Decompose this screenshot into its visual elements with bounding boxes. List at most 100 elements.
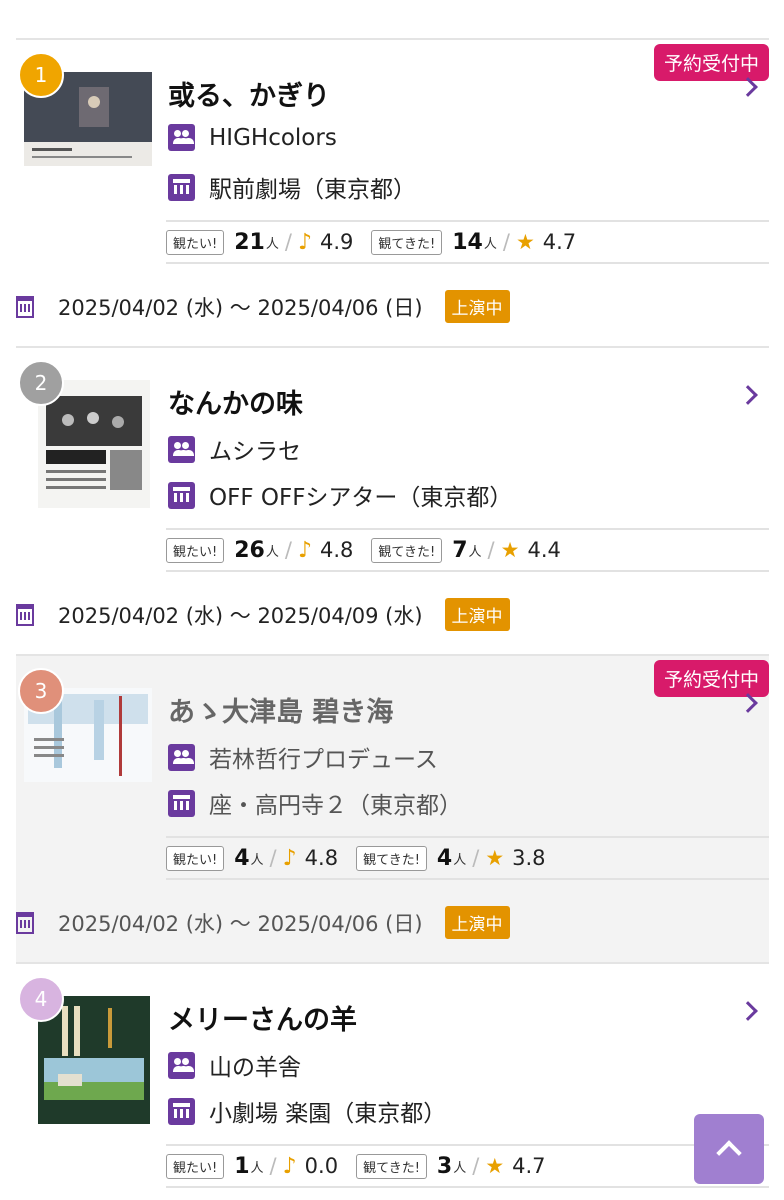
calendar-icon — [16, 295, 34, 318]
seen-label: 観てきた! — [371, 537, 443, 563]
separator: / — [487, 538, 495, 562]
seen-count: 7 — [452, 537, 468, 563]
status-badge: 上演中 — [444, 598, 510, 631]
separator: / — [472, 1154, 480, 1178]
seen-label: 観てきた! — [356, 1153, 427, 1179]
want-score: 4.8 — [319, 538, 354, 562]
status-badge: 上演中 — [444, 290, 510, 323]
rank-badge: 3 — [18, 668, 64, 714]
venue-name[interactable]: 駅前劇場（東京都） — [209, 170, 416, 204]
list-item[interactable]: 1 予約受付中 或る、かぎり HIGHcolors 駅前劇場（東京都） 観たい!… — [16, 38, 769, 346]
star-icon: ★ — [485, 846, 505, 870]
company-row: 若林哲行プロデュース — [168, 740, 438, 774]
date-row: 2025/04/02 (水) 〜 2025/04/06 (日) 上演中 — [16, 906, 510, 939]
want-unit: 人 — [250, 1160, 264, 1176]
want-unit: 人 — [265, 544, 279, 560]
star-icon: ★ — [485, 1154, 505, 1178]
rank-badge: 4 — [18, 976, 64, 1022]
seen-score: 4.7 — [512, 1154, 546, 1178]
venue-name[interactable]: OFF OFFシアター（東京都） — [209, 478, 512, 512]
company-row: ムシラセ — [168, 432, 301, 466]
company-row: HIGHcolors — [168, 124, 337, 151]
play-title[interactable]: あゝ大津島 碧き海 — [168, 690, 393, 729]
separator: / — [472, 846, 480, 870]
back-to-top-button[interactable] — [694, 1114, 764, 1184]
separator: / — [284, 230, 292, 254]
chevron-right-icon[interactable] — [738, 385, 758, 405]
list-item[interactable]: 4 メリーさんの羊 山の羊舎 小劇場 楽園（東京都） 観たい! 1人 / ♪ 0… — [16, 962, 769, 1200]
seen-unit: 人 — [468, 544, 482, 560]
star-icon: ★ — [500, 538, 520, 562]
company-row: 山の羊舎 — [168, 1048, 301, 1082]
venue-row: 座・高円寺２（東京都） — [168, 786, 462, 820]
calendar-icon — [16, 603, 34, 626]
want-label: 観たい! — [166, 537, 225, 563]
seen-label: 観てきた! — [356, 845, 427, 871]
run-dates: 2025/04/02 (水) 〜 2025/04/09 (水) — [58, 603, 423, 628]
venue-name[interactable]: 座・高円寺２（東京都） — [209, 786, 462, 820]
note-icon: ♪ — [282, 1153, 297, 1179]
want-count: 21 — [234, 229, 265, 255]
company-name[interactable]: 山の羊舎 — [209, 1048, 301, 1082]
note-icon: ♪ — [297, 229, 312, 255]
date-row: 2025/04/02 (水) 〜 2025/04/09 (水) 上演中 — [16, 598, 510, 631]
booking-badge: 予約受付中 — [653, 44, 769, 81]
note-icon: ♪ — [282, 845, 297, 871]
seen-score: 4.7 — [542, 230, 577, 254]
people-icon — [168, 743, 195, 771]
calendar-icon — [16, 911, 34, 934]
chevron-right-icon[interactable] — [738, 1001, 758, 1021]
seen-count: 3 — [436, 1153, 453, 1179]
venue-row: 駅前劇場（東京都） — [168, 170, 416, 204]
want-label: 観たい! — [166, 229, 225, 255]
separator: / — [269, 1154, 277, 1178]
run-dates: 2025/04/02 (水) 〜 2025/04/06 (日) — [58, 911, 423, 936]
company-name[interactable]: HIGHcolors — [209, 125, 337, 151]
seen-unit: 人 — [453, 1160, 467, 1176]
want-score: 4.8 — [304, 846, 339, 870]
list-item[interactable]: 2 なんかの味 ムシラセ OFF OFFシアター（東京都） 観たい! 26 人 … — [16, 346, 769, 654]
want-label: 観たい! — [166, 1153, 225, 1179]
seen-count: 4 — [436, 845, 453, 871]
play-title[interactable]: 或る、かぎり — [168, 74, 330, 113]
want-unit: 人 — [265, 236, 279, 252]
want-count: 26 — [234, 537, 265, 563]
venue-name[interactable]: 小劇場 楽園（東京都） — [209, 1094, 446, 1128]
rank-badge: 1 — [18, 52, 64, 98]
people-icon — [168, 124, 195, 151]
seen-count: 14 — [452, 229, 483, 255]
note-icon: ♪ — [297, 537, 312, 563]
booking-badge: 予約受付中 — [653, 660, 769, 697]
play-title[interactable]: なんかの味 — [168, 382, 303, 421]
company-name[interactable]: ムシラセ — [209, 432, 301, 466]
theater-icon — [168, 481, 195, 509]
want-label: 観たい! — [166, 845, 225, 871]
separator: / — [284, 538, 292, 562]
want-count: 4 — [234, 845, 250, 871]
want-count: 1 — [234, 1153, 250, 1179]
status-badge: 上演中 — [444, 906, 510, 939]
people-icon — [168, 1051, 195, 1079]
seen-unit: 人 — [453, 852, 467, 868]
want-score: 0.0 — [304, 1154, 339, 1178]
seen-unit: 人 — [483, 236, 497, 252]
rank-badge: 2 — [18, 360, 64, 406]
separator: / — [502, 230, 510, 254]
run-dates: 2025/04/02 (水) 〜 2025/04/06 (日) — [58, 295, 423, 320]
seen-score: 3.8 — [512, 846, 546, 870]
play-title[interactable]: メリーさんの羊 — [168, 998, 357, 1037]
stats-bar: 観たい! 26 人 / ♪ 4.8 観てきた! 7人 / ★ 4.4 — [166, 528, 769, 572]
want-score: 4.9 — [319, 230, 354, 254]
separator: / — [269, 846, 277, 870]
theater-icon — [168, 1097, 195, 1125]
people-icon — [168, 435, 195, 463]
theater-icon — [168, 789, 195, 817]
stats-bar: 観たい! 21 人 / ♪ 4.9 観てきた! 14 人 / ★ 4.7 — [166, 220, 769, 264]
seen-score: 4.4 — [527, 538, 561, 562]
want-unit: 人 — [250, 852, 264, 868]
star-icon: ★ — [515, 230, 535, 254]
seen-label: 観てきた! — [371, 229, 443, 255]
list-item[interactable]: 3 予約受付中 あゝ大津島 碧き海 若林哲行プロデュース 座・高円寺２（東京都） — [16, 654, 769, 962]
company-name[interactable]: 若林哲行プロデュース — [209, 740, 438, 774]
venue-row: 小劇場 楽園（東京都） — [168, 1094, 446, 1128]
